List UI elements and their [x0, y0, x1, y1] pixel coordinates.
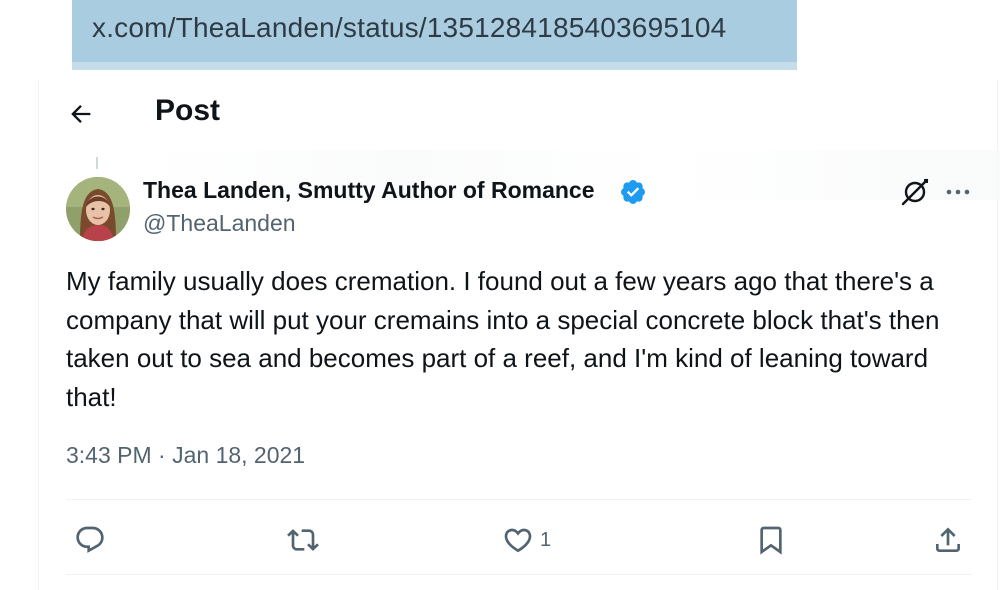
- page-title: Post: [155, 94, 221, 127]
- grok-icon: [901, 178, 929, 206]
- tweet-timestamp[interactable]: 3:43 PM · Jan 18, 2021: [66, 442, 305, 469]
- like-count: 1: [540, 528, 552, 551]
- author-name[interactable]: Thea Landen, Smutty Author of Romance: [143, 177, 595, 204]
- reply-icon: [76, 526, 104, 553]
- address-bar[interactable]: x.com/TheaLanden/status/1351284185403695…: [72, 0, 797, 70]
- avatar-image: [66, 177, 130, 241]
- page-header: Post: [39, 80, 997, 146]
- more-options-button[interactable]: [943, 176, 973, 208]
- tweet-text: My family usually does cremation. I foun…: [66, 266, 940, 412]
- like-button[interactable]: 1: [502, 518, 551, 562]
- share-icon: [936, 527, 960, 552]
- back-button[interactable]: [61, 94, 101, 134]
- url-text[interactable]: x.com/TheaLanden/status/1351284185403695…: [92, 12, 726, 44]
- arrow-left-icon: [71, 105, 91, 123]
- avatar[interactable]: [66, 177, 130, 241]
- repost-button[interactable]: [287, 518, 319, 562]
- reply-button[interactable]: [74, 518, 106, 562]
- more-dots-icon: [946, 189, 970, 195]
- action-bar: 1: [66, 518, 972, 562]
- post-panel: Post Thea Landen, Smutty Author of Roman…: [38, 80, 1000, 590]
- bookmark-button[interactable]: [755, 518, 787, 562]
- divider: [66, 574, 972, 575]
- repost-icon: [287, 529, 319, 551]
- author-handle[interactable]: @TheaLanden: [143, 210, 296, 237]
- verified-badge-icon: [621, 180, 645, 204]
- bookmark-icon: [760, 526, 782, 555]
- grok-button[interactable]: [899, 176, 931, 208]
- heart-icon: [504, 528, 532, 553]
- thread-connector-line: [96, 157, 98, 169]
- share-button[interactable]: [932, 518, 964, 562]
- divider: [66, 499, 972, 500]
